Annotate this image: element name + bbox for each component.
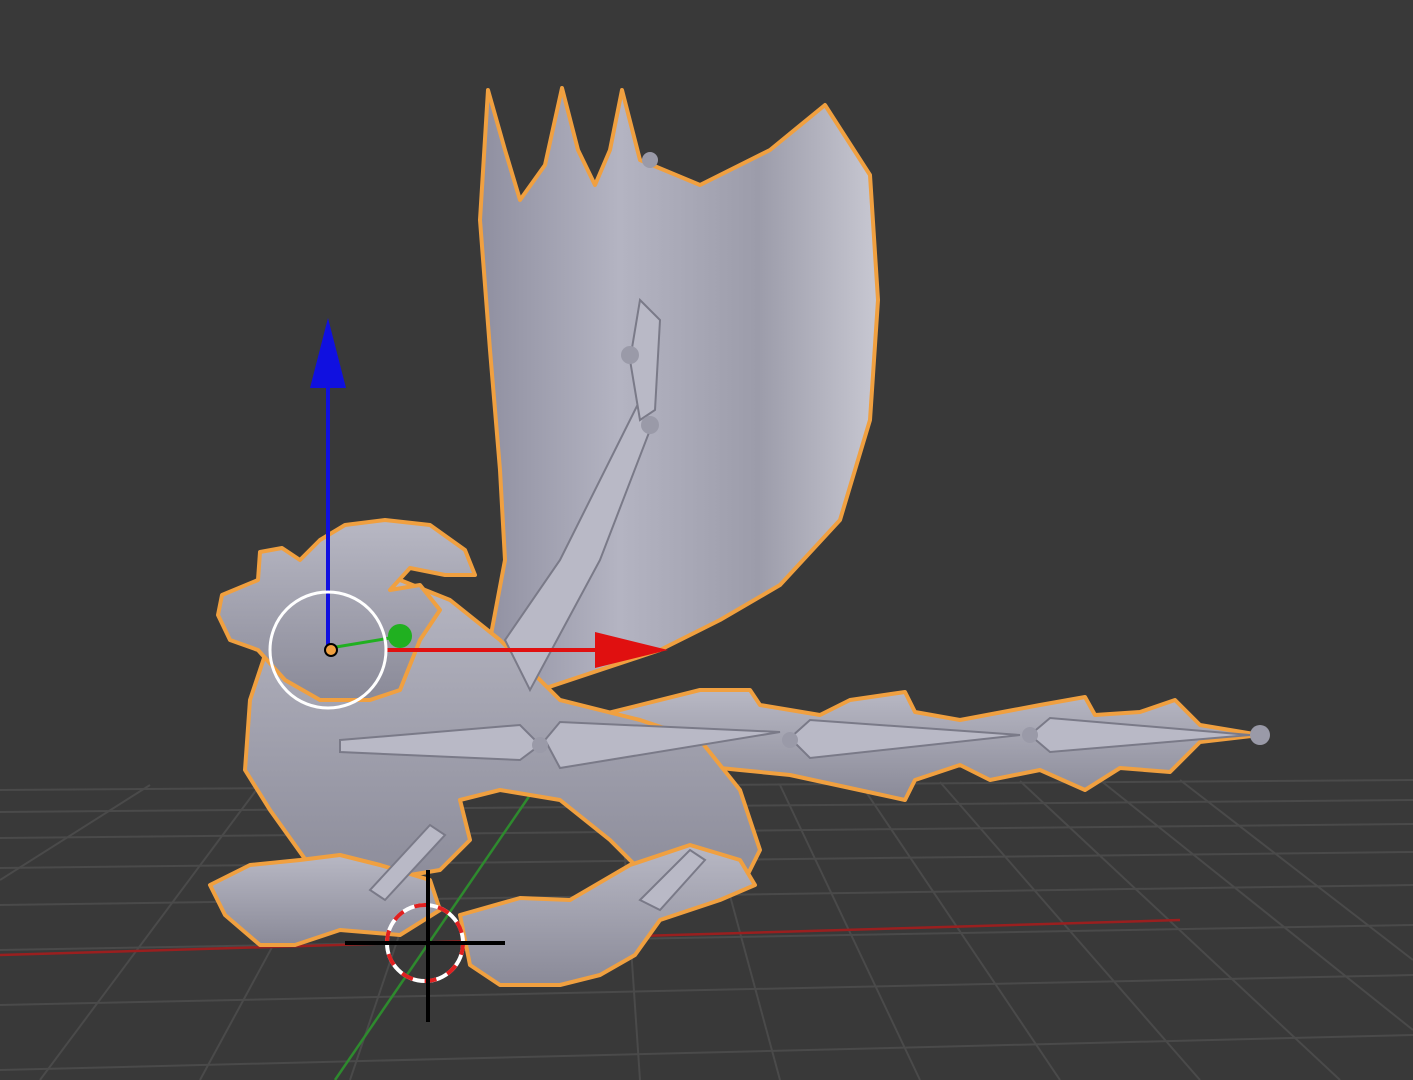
- gizmo-z-arrow-icon[interactable]: [310, 318, 346, 388]
- mesh-right-foot[interactable]: [458, 843, 757, 987]
- gizmo-center-dot-icon: [324, 643, 338, 657]
- gizmo-y-handle-icon[interactable]: [388, 624, 412, 648]
- 3d-viewport[interactable]: [0, 0, 1413, 1080]
- viewport-canvas[interactable]: [0, 0, 1413, 1080]
- selected-mesh-dragon[interactable]: [208, 86, 1262, 987]
